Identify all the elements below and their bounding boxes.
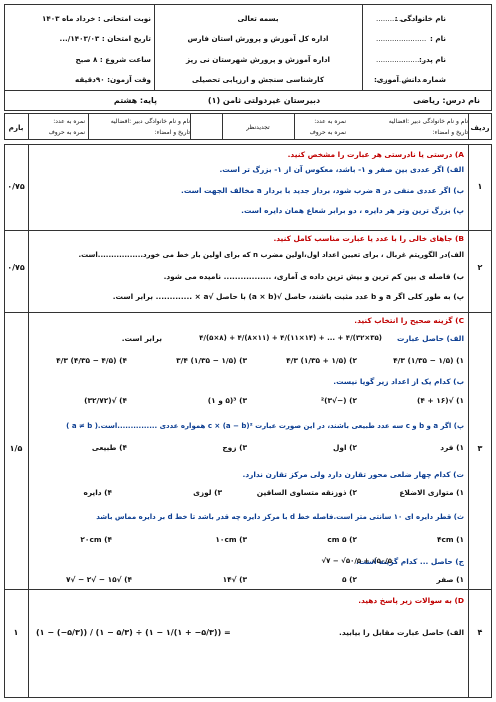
section-b-item: ب) فاصله ی بین کم ترین و بیش ترین داده ی… xyxy=(163,272,464,281)
c-q5-text: ث) قطر دایره ای ۱۰ سانتی متر است.فاصله خ… xyxy=(96,513,464,521)
c-q3-option[interactable]: ۴) طبیعی xyxy=(92,443,127,452)
question-score: ۰/۷۵ xyxy=(7,263,25,272)
school-name: دبیرستان غیردولتی ثامن (۱) xyxy=(207,96,321,105)
grid-line xyxy=(294,113,295,140)
grid-line xyxy=(28,113,29,140)
exam-page: نوبت امتحانی : خرداد ماه ۱۴۰۳ تاریخ امتح… xyxy=(4,4,492,698)
c-q3-option[interactable]: ۱) فرد xyxy=(440,443,464,452)
c-q4-option[interactable]: ۱) متوازی الاضلاع xyxy=(399,488,464,497)
exam-duration: وقت آزمون: ۹۰دقیقه xyxy=(74,75,151,84)
row-divider xyxy=(4,230,492,231)
c-q3-text: پ) اگر a و b و c سه عدد طبیعی باشند، در … xyxy=(66,422,464,430)
barom-header: بارم xyxy=(8,123,24,132)
section-b-item: الف)در الگوریتم غربال ، برای تعیین اعداد… xyxy=(78,251,464,259)
header-col-line xyxy=(362,4,363,90)
d-q1-expression: (۱ − (−۵/۳)) / (۱ − ۵/۳) ÷ (۱ − ۱/(۱ + −… xyxy=(36,628,231,637)
c-q2-option[interactable]: ۳) ³(۵ و ۱) xyxy=(208,396,247,405)
father-name-dots: ...................... xyxy=(376,55,427,64)
c-q6-option[interactable]: ۲) ۵ xyxy=(342,575,357,584)
date-signature-1: تاریخ و امضاء: xyxy=(432,129,468,136)
d-q1-text: الف) حاصل عبارت مقابل را بیابید. xyxy=(339,628,464,637)
question-score: ۱/۵ xyxy=(9,444,23,453)
section-a-item: پ) بزرگ ترین وتر هر دایره ، دو برابر شعا… xyxy=(241,206,464,215)
exam-date: تاریخ امتحان : ۱۴۰۳/۰۳/... xyxy=(59,34,151,43)
question-score: ۱ xyxy=(13,628,19,637)
name-dots: ...................... xyxy=(376,34,427,43)
c-q4-text: ت) کدام چهار ضلعی محور تقارن دارد ولی مر… xyxy=(242,470,464,479)
family-name-dots: ...................... xyxy=(376,14,427,23)
questions-table xyxy=(4,144,492,698)
basmala: بسمه تعالی xyxy=(237,14,279,23)
c-q5-option[interactable]: ۴) ۲۰cm xyxy=(80,535,112,544)
section-a-item: الف) اگر عددی بین صفر و ۱- باشد، معکوس آ… xyxy=(219,165,464,174)
section-c-title: C) گزینه صحیح را انتخاب کنید. xyxy=(354,316,464,325)
c-q2-option[interactable]: ۴) √(۳۲/۷۲) xyxy=(84,396,127,405)
name-label: نام : xyxy=(429,34,446,43)
section-b-title: B) جاهای خالی را با عدد یا عبارت مناسب ک… xyxy=(273,234,464,243)
c-q1-option[interactable]: ۱) (۱/۵ − ۱/۳۵) ۴/۳ xyxy=(393,356,464,365)
office-city: اداره آموزش و پرورش شهرستان نی ریز xyxy=(185,55,331,64)
c-q2-text: ب) کدام یک از اعداد زیر گویا نیست. xyxy=(333,377,464,386)
section-d-title: D) به سوالات زیر پاسخ دهید. xyxy=(358,596,464,605)
score-words-1: نمره به حروف xyxy=(309,129,346,136)
date-signature-2: تاریخ و امضاء: xyxy=(154,129,190,136)
question-number: ۳ xyxy=(477,444,483,453)
score-words-2: نمره به حروف xyxy=(48,129,85,136)
section-b-item: پ) به طور کلی اگر a و b عدد مثبت باشند، … xyxy=(112,292,464,301)
c-q1-option[interactable]: ۴) (۴/۵ − ۴/۳۵) ۴/۳ xyxy=(56,356,127,365)
office-province: اداره کل آموزش و پرورش استان فارس xyxy=(187,34,329,43)
question-number: ۴ xyxy=(477,628,483,637)
revision-label: تجدیدنظر xyxy=(246,124,270,131)
radif-header: ردیف xyxy=(470,123,490,132)
exam-turn: نوبت امتحانی : خرداد ماه ۱۴۰۳ xyxy=(41,14,151,23)
c-q4-option[interactable]: ۲) ذوزنقه متساوی الساقین xyxy=(257,488,357,497)
c-q5-option[interactable]: ۳) ۱۰cm xyxy=(215,535,247,544)
grid-line xyxy=(190,113,191,140)
row-divider xyxy=(4,312,492,313)
section-a-item: ب) اگر عددی منفی در a ضرب شود، بردار جدی… xyxy=(181,186,464,195)
score-numbers-2: نمره به عدد: xyxy=(53,118,85,125)
c-q4-option[interactable]: ۴) دایره xyxy=(83,488,112,497)
start-time: ساعت شروع : ۸ صبح xyxy=(75,55,151,64)
c-q1-option[interactable]: ۳) (۱/۵ − ۱/۳۵) ۳/۴ xyxy=(176,356,247,365)
c-q6-option[interactable]: ۴) √۱۵ − √۲ − √۷ xyxy=(66,575,132,584)
grade: پایه: هشتم xyxy=(113,96,157,105)
barom-column-line xyxy=(28,144,29,698)
question-score: ۰/۷۵ xyxy=(7,182,25,191)
score-numbers-1: نمره به عدد: xyxy=(314,118,346,125)
c-q5-option[interactable]: ۲) ۵ cm xyxy=(327,535,357,544)
header-divider xyxy=(4,90,492,91)
c-q5-option[interactable]: ۱) ۴cm xyxy=(437,535,464,544)
c-q6-option[interactable]: ۳) √۱۴ xyxy=(223,575,247,584)
c-q1-tail: برابر است. xyxy=(121,334,162,343)
section-a-title: A) درستی یا نادرستی هر عبارت را مشخص کنی… xyxy=(287,150,464,159)
c-q3-option[interactable]: ۲) اول xyxy=(333,443,357,452)
office-assessment: کارشناسی سنجش و ارزیابی تحصیلی xyxy=(191,75,325,84)
c-q1-expression: ۴/(۵×۸) + ۴/(۸×۱۱) + ۴/(۱۱×۱۴) + ... + ۴… xyxy=(199,334,382,342)
c-q1-text: الف) حاصل عبارت xyxy=(397,334,464,343)
c-q2-option[interactable]: ۲) (−√۳)² xyxy=(321,396,357,405)
c-q6-option[interactable]: ۱) صفر xyxy=(436,575,464,584)
subject: نام درس: ریاضی xyxy=(413,96,480,105)
row-divider xyxy=(4,589,492,590)
c-q6-expression: √۷ − √۵۰/۵ + √۵۰/۵ xyxy=(321,557,392,565)
question-number: ۲ xyxy=(477,263,483,272)
c-q3-option[interactable]: ۳) زوج xyxy=(222,443,247,452)
teacher-name-1: نام و نام خانوادگی دبیر :افضالیه xyxy=(388,118,468,125)
c-q4-option[interactable]: ۳) لوزی xyxy=(193,488,222,497)
student-number-dots: ...................... xyxy=(376,75,427,84)
teacher-name-2: نام و نام خانوادگی دبیر :افضالیه xyxy=(110,118,190,125)
c-q2-option[interactable]: ۱) √(۱۶ + ۴) xyxy=(417,396,464,405)
radif-column-line xyxy=(468,144,469,698)
c-q1-option[interactable]: ۲) (۱/۵ + ۱/۳۵) ۴/۳ xyxy=(286,356,357,365)
grid-line xyxy=(88,113,89,140)
question-number: ۱ xyxy=(477,182,483,191)
